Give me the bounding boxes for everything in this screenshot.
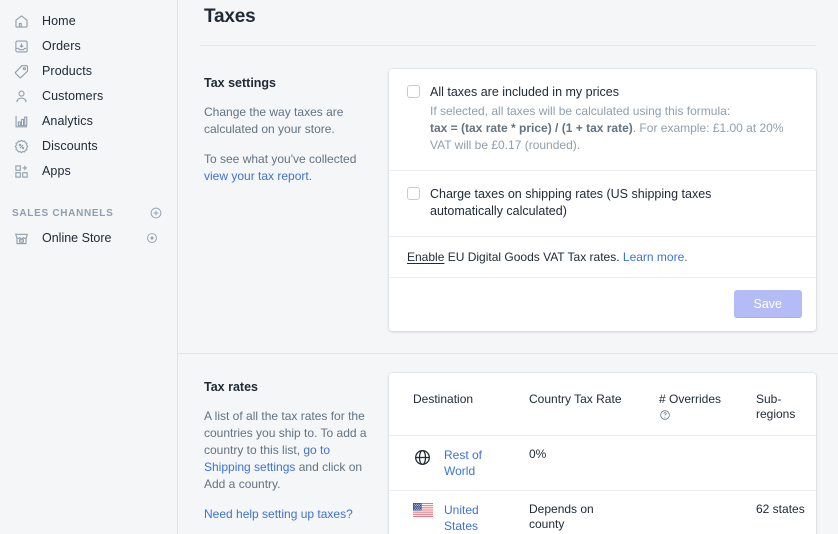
table-body: Rest of World 0% — [389, 436, 816, 534]
table-header-row: Destination Country Tax Rate # Overrides — [389, 373, 816, 436]
sidebar-item-label: Analytics — [42, 115, 93, 128]
tax-settings-footer: Save — [389, 277, 816, 331]
cell-destination: United States — [389, 491, 521, 534]
column-overrides: # Overrides — [651, 373, 748, 436]
storefront-icon — [12, 229, 30, 247]
tax-rates-heading: Tax rates — [204, 380, 371, 394]
cell-sub-regions: 62 states — [748, 491, 816, 534]
tax-settings-desc-2: To see what you've collected view your t… — [204, 151, 371, 185]
tax-settings-section: Tax settings Change the way taxes are ca… — [178, 46, 838, 331]
discount-badge-icon — [12, 138, 30, 156]
apps-grid-plus-icon — [12, 163, 30, 181]
column-overrides-label: # Overrides — [659, 392, 721, 406]
globe-icon — [413, 448, 433, 471]
eu-vat-learn-more-link[interactable]: Learn more. — [623, 250, 688, 264]
sidebar-item-orders[interactable]: Orders — [4, 34, 169, 59]
destination-link[interactable]: United States — [444, 502, 498, 534]
tax-report-text: To see what you've collected — [204, 152, 356, 166]
table-header: Destination Country Tax Rate # Overrides — [389, 373, 816, 436]
cell-overrides — [651, 436, 748, 491]
column-country-tax-rate: Country Tax Rate — [521, 373, 651, 436]
sidebar-item-label: Customers — [42, 90, 103, 103]
cell-sub-regions — [748, 436, 816, 491]
sidebar-item-label: Discounts — [42, 140, 98, 153]
sidebar-item-discounts[interactable]: Discounts — [4, 134, 169, 159]
sidebar-item-label: Online Store — [42, 231, 133, 245]
bar-chart-icon — [12, 113, 30, 131]
tax-settings-description: Tax settings Change the way taxes are ca… — [204, 69, 389, 331]
view-tax-report-link[interactable]: view your tax report. — [204, 169, 312, 183]
cell-destination: Rest of World — [389, 436, 521, 491]
charge-shipping-taxes-label: Charge taxes on shipping rates (US shipp… — [430, 186, 760, 220]
sidebar-spacer — [0, 184, 177, 199]
sidebar-item-home[interactable]: Home — [4, 9, 169, 34]
column-sub-regions: Sub-regions — [748, 373, 816, 436]
sidebar-item-label: Orders — [42, 40, 81, 53]
sidebar-item-label: Products — [42, 65, 92, 78]
sidebar-item-analytics[interactable]: Analytics — [4, 109, 169, 134]
eu-vat-text: EU Digital Goods VAT Tax rates. — [444, 250, 623, 264]
tax-rates-table: Destination Country Tax Rate # Overrides — [389, 373, 816, 534]
sidebar-item-customers[interactable]: Customers — [4, 84, 169, 109]
all-taxes-included-checkbox[interactable] — [407, 85, 420, 98]
destination-link[interactable]: Rest of World — [444, 447, 498, 479]
us-flag-icon — [413, 503, 433, 521]
table-row[interactable]: United States Depends on county 62 state… — [389, 491, 816, 534]
question-circle-icon[interactable] — [659, 409, 740, 425]
sales-channels-title: SALES CHANNELS — [12, 208, 113, 219]
tax-rates-card: Destination Country Tax Rate # Overrides — [389, 373, 816, 534]
eye-icon[interactable] — [145, 231, 159, 245]
tax-rates-help: Need help setting up taxes? — [204, 506, 371, 523]
orders-inbox-icon — [12, 38, 30, 56]
tax-rates-description: Tax rates A list of all the tax rates fo… — [204, 373, 389, 534]
cell-country-tax-rate: Depends on county — [521, 491, 651, 534]
cell-country-tax-rate: 0% — [521, 436, 651, 491]
included-taxes-row: All taxes are included in my prices If s… — [389, 69, 816, 170]
page-title: Taxes — [178, 0, 838, 28]
setup-taxes-help-link[interactable]: Need help setting up taxes? — [204, 507, 353, 521]
save-button[interactable]: Save — [734, 290, 803, 318]
tax-settings-card: All taxes are included in my prices If s… — [389, 69, 816, 331]
table-row[interactable]: Rest of World 0% — [389, 436, 816, 491]
tax-rates-section: Tax rates A list of all the tax rates fo… — [178, 354, 838, 534]
tax-rates-desc-part1: A list of all the tax rates for the coun… — [204, 409, 367, 457]
all-taxes-included-help: If selected, all taxes will be calculate… — [430, 103, 785, 154]
main-content: Taxes Tax settings Change the way taxes … — [178, 0, 838, 534]
column-destination: Destination — [389, 373, 521, 436]
app-root: Home Orders Products — [0, 0, 838, 534]
formula-intro: If selected, all taxes will be calculate… — [430, 104, 730, 118]
enable-eu-vat-button[interactable]: Enable — [407, 250, 444, 264]
cell-overrides — [651, 491, 748, 534]
sidebar-item-apps[interactable]: Apps — [4, 159, 169, 184]
tax-rates-desc: A list of all the tax rates for the coun… — [204, 408, 371, 493]
eu-vat-row: Enable EU Digital Goods VAT Tax rates. L… — [389, 236, 816, 277]
sidebar: Home Orders Products — [0, 0, 178, 534]
sidebar-item-label: Home — [42, 15, 76, 28]
shipping-taxes-row: Charge taxes on shipping rates (US shipp… — [389, 170, 816, 236]
all-taxes-included-label: All taxes are included in my prices — [430, 84, 785, 101]
sidebar-item-products[interactable]: Products — [4, 59, 169, 84]
sales-channels-header: SALES CHANNELS — [0, 203, 177, 223]
formula-expression: tax = (tax rate * price) / (1 + tax rate… — [430, 121, 633, 135]
tax-settings-heading: Tax settings — [204, 76, 371, 90]
plus-circle-icon[interactable] — [149, 206, 163, 220]
charge-shipping-taxes-checkbox[interactable] — [407, 187, 420, 200]
tax-settings-desc-1: Change the way taxes are calculated on y… — [204, 104, 371, 138]
tag-icon — [12, 63, 30, 81]
sidebar-item-label: Apps — [42, 165, 71, 178]
person-icon — [12, 88, 30, 106]
home-icon — [12, 13, 30, 31]
sidebar-item-online-store[interactable]: Online Store — [4, 225, 171, 251]
